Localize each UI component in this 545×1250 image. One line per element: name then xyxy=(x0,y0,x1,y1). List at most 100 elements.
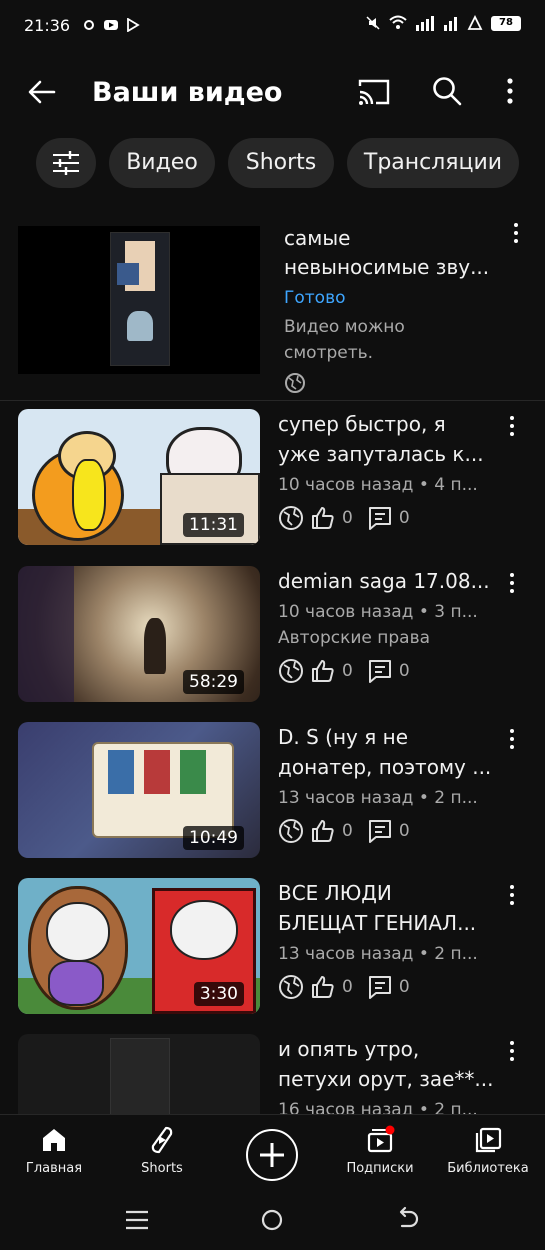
video-title-line2: уже запуталась к... xyxy=(278,442,484,466)
item-more-icon[interactable] xyxy=(506,413,518,439)
recents-icon[interactable] xyxy=(124,1208,150,1232)
comment-icon xyxy=(368,976,391,999)
comment-icon xyxy=(368,507,391,530)
video-title: demian saga 17.08... xyxy=(278,569,490,593)
item-more-icon[interactable] xyxy=(506,726,518,752)
list-item[interactable]: самые невыносимые зву... Готово Видео мо… xyxy=(0,214,545,400)
video-stats: 0 0 xyxy=(278,505,500,531)
search-icon[interactable] xyxy=(430,74,464,108)
video-stats: 0 0 xyxy=(278,974,500,1000)
public-globe-icon xyxy=(285,373,305,393)
video-meta: 10 часов назад • 4 п... xyxy=(278,475,478,495)
home-circle-icon[interactable] xyxy=(260,1208,284,1232)
create-button[interactable] xyxy=(246,1129,298,1181)
nav-subscriptions-label: Подписки xyxy=(346,1161,414,1176)
public-globe-icon xyxy=(279,506,303,530)
video-thumbnail[interactable]: 3:30 xyxy=(18,878,260,1014)
public-globe-icon xyxy=(279,819,303,843)
back-system-icon[interactable] xyxy=(396,1206,420,1232)
like-count: 0 xyxy=(342,821,353,841)
home-icon xyxy=(43,1129,65,1151)
nav-home-label: Главная xyxy=(25,1161,83,1176)
video-stats: 0 0 xyxy=(278,818,500,844)
public-globe-icon xyxy=(279,659,303,683)
comment-count: 0 xyxy=(398,508,410,528)
item-more-icon[interactable] xyxy=(506,1038,518,1064)
chip-video[interactable]: Видео xyxy=(109,138,215,188)
nav-shorts[interactable]: Shorts xyxy=(112,1125,212,1176)
nav-library-label: Библиотека xyxy=(447,1161,529,1176)
filter-chip[interactable] xyxy=(36,138,96,188)
video-thumbnail[interactable] xyxy=(18,226,260,374)
status-note: Видео можно xyxy=(284,317,405,337)
filter-chips: Видео Shorts Трансляции xyxy=(0,138,545,190)
library-icon xyxy=(475,1127,502,1153)
video-stats: 0 0 xyxy=(278,658,500,684)
back-arrow-icon[interactable] xyxy=(24,74,60,110)
more-vert-icon[interactable] xyxy=(500,74,520,108)
video-thumbnail[interactable]: 10:49 xyxy=(18,722,260,858)
video-info: и опять утро, петухи орут, зае**... 16 ч… xyxy=(278,1034,500,1114)
video-duration: 10:49 xyxy=(183,826,244,850)
video-row[interactable]: и опять утро, петухи орут, зае**... 16 ч… xyxy=(0,1034,545,1114)
bottom-navigation: Главная Shorts Подписки Библиотека xyxy=(0,1114,545,1192)
chip-live[interactable]: Трансляции xyxy=(347,138,519,188)
video-title-line2: невыносимые зву... xyxy=(284,255,490,279)
nav-home[interactable]: Главная xyxy=(4,1125,104,1176)
video-info: самые невыносимые зву... Готово Видео мо… xyxy=(284,224,514,398)
video-duration: 58:29 xyxy=(183,670,244,694)
page-title: Ваши видео xyxy=(92,77,283,108)
video-title: супер быстро, я xyxy=(278,412,446,436)
video-thumbnail[interactable] xyxy=(18,1034,260,1114)
video-info: D. S (ну я не донатер, поэтому ... 13 ча… xyxy=(278,722,500,844)
youtube-small-icon xyxy=(104,20,118,30)
thumb-up-icon xyxy=(312,660,334,682)
item-more-icon[interactable] xyxy=(506,570,518,596)
video-title: D. S (ну я не xyxy=(278,725,409,749)
video-title: самые xyxy=(284,226,351,250)
comment-icon xyxy=(368,820,391,843)
shorts-icon xyxy=(151,1126,173,1154)
video-meta: 10 часов назад • 3 п... xyxy=(278,602,478,622)
video-info: супер быстро, я уже запуталась к... 10 ч… xyxy=(278,409,500,531)
divider xyxy=(0,400,545,401)
cast-icon[interactable] xyxy=(356,76,392,108)
status-note-line2: смотреть. xyxy=(284,343,374,363)
video-title: и опять утро, xyxy=(278,1037,420,1061)
video-thumbnail[interactable]: 11:31 xyxy=(18,409,260,545)
status-right-icons: 78 xyxy=(365,15,521,31)
like-count: 0 xyxy=(342,977,353,997)
subscriptions-icon xyxy=(367,1125,395,1153)
status-time: 21:36 xyxy=(24,16,71,35)
system-navigation-bar xyxy=(0,1192,545,1250)
video-title-line2: донатер, поэтому ... xyxy=(278,755,492,779)
thumbnail-phone-preview xyxy=(110,232,170,366)
nfc-icon xyxy=(467,15,483,30)
video-thumbnail[interactable]: 58:29 xyxy=(18,566,260,702)
comment-count: 0 xyxy=(398,821,410,841)
notification-icons xyxy=(82,18,140,32)
video-title-line2: БЛЕЩАТ ГЕНИАЛ... xyxy=(278,911,477,935)
like-count: 0 xyxy=(342,508,353,528)
nav-shorts-label: Shorts xyxy=(141,1161,183,1176)
item-more-icon[interactable] xyxy=(506,882,518,908)
nav-subscriptions[interactable]: Подписки xyxy=(330,1125,430,1176)
public-globe-icon xyxy=(279,975,303,999)
signal-icon xyxy=(416,16,434,31)
comment-count: 0 xyxy=(398,661,410,681)
tune-icon xyxy=(53,151,79,175)
chip-shorts[interactable]: Shorts xyxy=(228,138,334,188)
video-title: ВСЕ ЛЮДИ xyxy=(278,881,392,905)
video-info: demian saga 17.08... 10 часов назад • 3 … xyxy=(278,566,500,684)
video-row[interactable]: 10:49 D. S (ну я не донатер, поэтому ...… xyxy=(0,722,545,872)
video-meta: 13 часов назад • 2 п... xyxy=(278,788,478,808)
video-duration: 11:31 xyxy=(183,513,244,537)
video-row[interactable]: 3:30 ВСЕ ЛЮДИ БЛЕЩАТ ГЕНИАЛ... 13 часов … xyxy=(0,878,545,1028)
video-row[interactable]: 11:31 супер быстро, я уже запуталась к..… xyxy=(0,409,545,559)
comment-count: 0 xyxy=(398,977,410,997)
like-count: 0 xyxy=(342,661,353,681)
mute-icon xyxy=(366,16,380,30)
comment-icon xyxy=(368,660,391,683)
nav-library[interactable]: Библиотека xyxy=(438,1125,538,1176)
video-row[interactable]: 58:29 demian saga 17.08... 10 часов наза… xyxy=(0,566,545,716)
